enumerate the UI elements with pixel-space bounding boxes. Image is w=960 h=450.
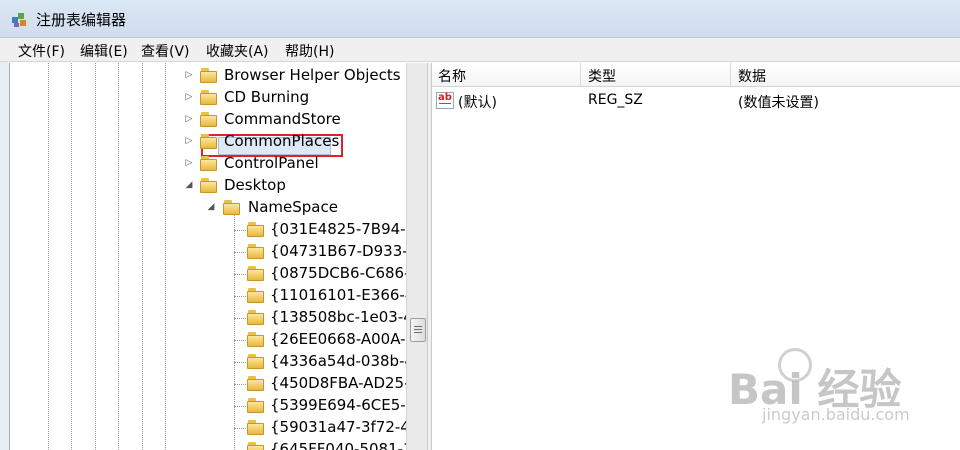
title-bar: 注册表编辑器 bbox=[0, 0, 960, 38]
tree-item[interactable]: ◢ Desktop bbox=[10, 175, 406, 197]
value-data: (数值未设置) bbox=[738, 95, 819, 111]
tree-item-label: {450D8FBA-AD25- bbox=[270, 374, 410, 392]
folder-icon bbox=[247, 288, 264, 303]
registry-editor-icon bbox=[12, 13, 26, 27]
column-divider[interactable] bbox=[730, 63, 731, 87]
menu-bar: 文件(F) 编辑(E) 查看(V) 收藏夹(A) 帮助(H) bbox=[0, 38, 960, 62]
list-header: 名称 类型 数据 bbox=[432, 63, 960, 87]
tree-item-label: {59031a47-3f72-44 bbox=[270, 418, 420, 436]
tree-item-label: CD Burning bbox=[224, 88, 310, 106]
value-name: (默认) bbox=[458, 95, 497, 111]
expand-arrow-icon[interactable]: ▷ bbox=[183, 135, 195, 147]
tree-item[interactable]: {11016101-E366-4 bbox=[10, 285, 414, 307]
window-title: 注册表编辑器 bbox=[36, 11, 127, 29]
folder-icon bbox=[200, 156, 217, 171]
folder-icon bbox=[200, 90, 217, 105]
folder-icon bbox=[200, 112, 217, 127]
tree-item[interactable]: {450D8FBA-AD25- bbox=[10, 373, 410, 395]
tree-item[interactable]: ▷ CommonPlaces bbox=[10, 131, 406, 153]
tree-item-label: {26EE0668-A00A-4 bbox=[270, 330, 416, 348]
list-row[interactable]: ab (默认) REG_SZ (数值未设置) bbox=[432, 90, 960, 112]
tree-item[interactable]: {5399E694-6CE5-4 bbox=[10, 395, 415, 417]
tree-item[interactable]: ▷ CD Burning bbox=[10, 87, 406, 109]
folder-icon bbox=[247, 420, 264, 435]
menu-edit[interactable]: 编辑(E) bbox=[80, 41, 128, 61]
window-border bbox=[0, 62, 9, 450]
folder-icon bbox=[223, 200, 240, 215]
tree-item-label: {031E4825-7B94-4 bbox=[270, 220, 416, 238]
expand-arrow-icon[interactable]: ▷ bbox=[183, 157, 195, 169]
registry-tree[interactable]: ▷ Browser Helper Objects ▷ CD Burning ▷ … bbox=[9, 63, 427, 450]
menu-view[interactable]: 查看(V) bbox=[141, 41, 190, 61]
tree-item[interactable]: {04731B67-D933-4 bbox=[10, 241, 417, 263]
folder-icon bbox=[247, 222, 264, 237]
folder-icon bbox=[247, 310, 264, 325]
tree-item-selected[interactable]: ◢ NameSpace bbox=[10, 197, 406, 219]
tree-item[interactable]: {645FF040-5081-1 bbox=[10, 439, 413, 450]
tree-item-label: {11016101-E366-4 bbox=[270, 286, 415, 304]
tree-item[interactable]: {031E4825-7B94-4 bbox=[10, 219, 415, 241]
tree-item-label: Browser Helper Objects bbox=[224, 66, 401, 84]
tree-item[interactable]: {26EE0668-A00A-4 bbox=[10, 329, 415, 351]
watermark-url: jingyan.baidu.com bbox=[762, 405, 910, 424]
tree-item[interactable]: ▷ CommandStore bbox=[10, 109, 406, 131]
tree-item[interactable]: {4336a54d-038b-4 bbox=[10, 351, 414, 373]
tree-item-label: {645FF040-5081-1 bbox=[270, 440, 413, 450]
tree-item-label: ControlPanel bbox=[224, 154, 319, 172]
tree-item-label: {138508bc-1e03-4 bbox=[270, 308, 413, 326]
expand-arrow-icon[interactable]: ▷ bbox=[183, 91, 195, 103]
column-divider[interactable] bbox=[580, 63, 581, 87]
menu-file[interactable]: 文件(F) bbox=[18, 41, 65, 61]
tree-item-label: {04731B67-D933-4 bbox=[270, 242, 418, 260]
tree-item-label: Desktop bbox=[224, 176, 286, 194]
folder-icon bbox=[247, 354, 264, 369]
menu-help[interactable]: 帮助(H) bbox=[285, 41, 334, 61]
tree-item[interactable]: ▷ ControlPanel bbox=[10, 153, 406, 175]
tree-item-label: {5399E694-6CE5-4 bbox=[270, 396, 416, 414]
tree-item-label: {4336a54d-038b-4 bbox=[270, 352, 415, 370]
tree-item-label: {0875DCB6-C686-4 bbox=[270, 264, 420, 282]
value-type: REG_SZ bbox=[588, 92, 643, 108]
column-header-data[interactable]: 数据 bbox=[738, 66, 766, 86]
tree-item[interactable]: {0875DCB6-C686-4 bbox=[10, 263, 419, 285]
folder-icon bbox=[247, 244, 264, 259]
tree-item[interactable]: ▷ Browser Helper Objects bbox=[10, 65, 406, 87]
scrollbar-thumb[interactable] bbox=[410, 318, 426, 342]
folder-icon bbox=[247, 398, 264, 413]
tree-item-label: NameSpace bbox=[248, 198, 338, 216]
tree-item-label: CommandStore bbox=[224, 110, 341, 128]
menu-favorites[interactable]: 收藏夹(A) bbox=[206, 41, 269, 61]
tree-item-label: CommonPlaces bbox=[224, 132, 340, 150]
folder-icon bbox=[200, 178, 217, 193]
folder-icon bbox=[247, 442, 264, 450]
collapse-arrow-icon[interactable]: ◢ bbox=[183, 179, 195, 191]
collapse-arrow-icon[interactable]: ◢ bbox=[205, 201, 217, 213]
folder-icon bbox=[247, 332, 264, 347]
folder-icon bbox=[200, 134, 217, 149]
tree-scrollbar[interactable] bbox=[406, 63, 427, 450]
string-value-icon: ab bbox=[436, 92, 454, 109]
column-header-type[interactable]: 类型 bbox=[588, 66, 616, 86]
expand-arrow-icon[interactable]: ▷ bbox=[183, 69, 195, 81]
expand-arrow-icon[interactable]: ▷ bbox=[183, 113, 195, 125]
column-header-name[interactable]: 名称 bbox=[438, 66, 466, 86]
tree-item[interactable]: {138508bc-1e03-4 bbox=[10, 307, 413, 329]
folder-icon bbox=[247, 376, 264, 391]
folder-icon bbox=[247, 266, 264, 281]
folder-icon bbox=[200, 68, 217, 83]
tree-item[interactable]: {59031a47-3f72-44 bbox=[10, 417, 419, 439]
